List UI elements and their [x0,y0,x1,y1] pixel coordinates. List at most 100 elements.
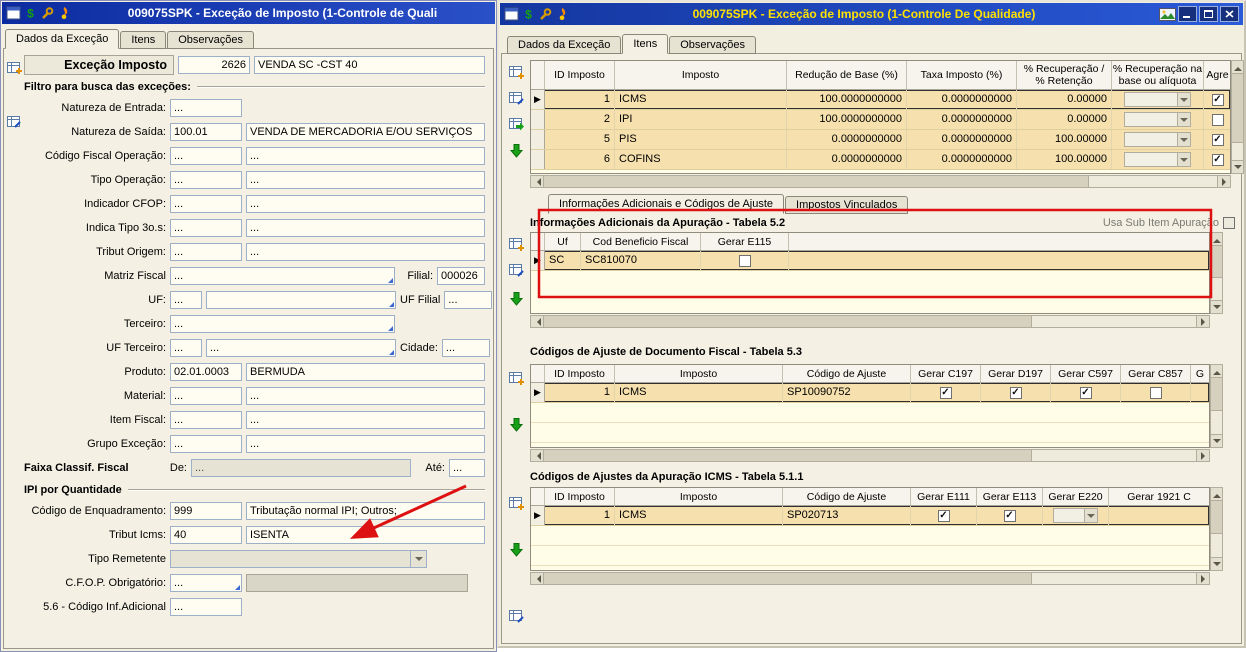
tabela-53-hscrollbar[interactable] [530,449,1210,462]
natureza-entrada-field[interactable]: ... [170,99,242,117]
excecao-imposto-desc-field[interactable]: VENDA SC -CST 40 [254,56,485,74]
cell-id[interactable]: 2 [545,110,615,129]
scroll-thumb[interactable] [1211,501,1222,534]
scroll-up-icon[interactable] [1211,233,1222,246]
tabela-52-vscrollbar[interactable] [1210,232,1223,314]
chevron-down-icon[interactable] [1176,93,1190,106]
gerar-e111-checkbox[interactable]: ✓ [937,509,950,522]
impostos-row-cofins[interactable]: 6 COFINS 0.0000000000 0.0000000000 100.0… [531,150,1230,170]
record-edit-icon[interactable] [5,113,23,131]
excecao-imposto-code-field[interactable]: 2626 [178,56,250,74]
usa-sub-item-checkbox[interactable] [1223,217,1235,229]
scroll-left-icon[interactable] [531,573,544,584]
codigo-enquadramento-field[interactable]: 999 [170,502,242,520]
col-header-gerar-d197[interactable]: Gerar D197 [981,365,1051,382]
col-header-taxa[interactable]: Taxa Imposto (%) [907,61,1017,89]
col-header-gerar-c857[interactable]: Gerar C857 [1121,365,1191,382]
scroll-thumb[interactable] [1211,378,1222,411]
gerar-c857-checkbox[interactable] [1149,386,1162,399]
cell-id[interactable]: 5 [545,130,615,149]
cidade-field[interactable]: ... [441,339,490,357]
grid-insert-icon[interactable] [506,493,527,514]
combo-field[interactable] [1124,112,1191,127]
codigo-inf-adicional-field[interactable]: ... [170,598,242,616]
tabela-52-hscrollbar[interactable] [530,315,1210,328]
col-header-agregado[interactable]: Agre [1204,61,1230,89]
tab-observacoes[interactable]: Observações [167,31,255,49]
grid-edit-icon[interactable] [506,606,527,627]
agregado-checkbox[interactable]: ✓ [1211,93,1224,106]
cell-taxa[interactable]: 0.0000000000 [907,130,1017,149]
scroll-thumb[interactable] [544,176,1090,187]
cell-reducao[interactable]: 0.0000000000 [787,130,907,149]
impostos-row-pis[interactable]: 5 PIS 0.0000000000 0.0000000000 100.0000… [531,130,1230,150]
cell-codigo-ajuste[interactable]: SP020713 [783,506,911,525]
cell-imposto[interactable]: ICMS [615,90,787,109]
col-header-imposto[interactable]: Imposto [615,365,783,382]
scroll-thumb[interactable] [544,316,1033,327]
natureza-saida-code-field[interactable]: 100.01 [170,123,242,141]
gerar-d197-checkbox[interactable]: ✓ [1009,386,1022,399]
window-titlebar[interactable]: $ 009075SPK - Exceção de Imposto (1-Cont… [500,3,1243,25]
codigo-enquadramento-desc-field[interactable]: Tributação normal IPI; Outros; [246,502,485,520]
tab-dados-da-excecao[interactable]: Dados da Exceção [507,36,622,54]
gerar-c597-checkbox[interactable]: ✓ [1079,386,1092,399]
cell-id[interactable]: 1 [545,383,615,402]
goto-last-record-icon[interactable] [506,539,527,560]
scroll-down-icon[interactable] [1211,434,1222,447]
cell-reducao[interactable]: 100.0000000000 [787,90,907,109]
tabela-52-row[interactable]: ▶ SC SC810070 [531,251,1209,271]
chevron-down-icon[interactable] [1084,509,1098,522]
scroll-up-icon[interactable] [1211,488,1222,501]
scroll-left-icon[interactable] [531,450,544,461]
cell-id[interactable]: 1 [545,506,615,525]
scroll-up-icon[interactable] [1232,61,1243,74]
picture-icon[interactable] [1159,7,1176,21]
goto-last-record-icon[interactable] [506,140,527,161]
scroll-left-icon[interactable] [531,176,544,187]
agregado-checkbox[interactable]: ✓ [1211,133,1224,146]
impostos-grid-vscrollbar[interactable] [1231,60,1244,174]
col-header-g-cut[interactable]: G [1191,365,1209,382]
tipo-remetente-combo[interactable] [170,550,427,568]
col-header-gerar-e111[interactable]: Gerar E111 [911,488,977,505]
record-insert-icon[interactable] [5,59,23,77]
col-header-recuperacao-base[interactable]: % Recuperação na base ou alíquota [1112,61,1204,89]
uf-terceiro-desc-field[interactable]: ... [206,339,396,357]
grupo-excecao-code-field[interactable]: ... [170,435,242,453]
cell-reducao[interactable]: 100.0000000000 [787,110,907,129]
matriz-fiscal-field[interactable]: ... [170,267,395,285]
indica-tipo-code-field[interactable]: ... [170,219,242,237]
cell-imposto[interactable]: COFINS [615,150,787,169]
col-header-gerar-c597[interactable]: Gerar C597 [1051,365,1121,382]
cell-recuperacao[interactable]: 100.00000 [1017,150,1112,169]
grid-edit-icon[interactable] [506,260,527,281]
combo-field[interactable] [1124,92,1191,107]
tab-dados-da-excecao[interactable]: Dados da Exceção [5,29,120,49]
grid-export-icon[interactable] [506,114,527,135]
produto-desc-field[interactable]: BERMUDA [246,363,485,381]
chevron-down-icon[interactable] [410,551,426,567]
col-header-imposto[interactable]: Imposto [615,61,787,89]
cell-recuperacao[interactable]: 0.00000 [1017,90,1112,109]
left-window-titlebar[interactable]: $ 009075SPK - Exceção de Imposto (1-Cont… [2,2,495,24]
gerar-c197-checkbox[interactable]: ✓ [939,386,952,399]
tabela-511-hscrollbar[interactable] [530,572,1210,585]
scroll-right-icon[interactable] [1196,573,1209,584]
tribut-origem-desc-field[interactable]: ... [246,243,485,261]
grid-insert-icon[interactable] [506,234,527,255]
codigo-fiscal-desc-field[interactable]: ... [246,147,485,165]
col-header-gerar-e220[interactable]: Gerar E220 [1043,488,1109,505]
indicador-cfop-code-field[interactable]: ... [170,195,242,213]
grupo-excecao-desc-field[interactable]: ... [246,435,485,453]
col-header-id-imposto[interactable]: ID Imposto [545,488,615,505]
cell-taxa[interactable]: 0.0000000000 [907,90,1017,109]
gerar-e115-checkbox[interactable] [738,254,751,267]
grid-insert-icon[interactable] [506,368,527,389]
tribut-icms-code-field[interactable]: 40 [170,526,242,544]
cell-cod-beneficio[interactable]: SC810070 [581,251,701,270]
tab-itens[interactable]: Itens [120,31,167,49]
col-header-reducao[interactable]: Redução de Base (%) [787,61,907,89]
scroll-thumb[interactable] [544,450,1033,461]
cell-taxa[interactable]: 0.0000000000 [907,150,1017,169]
